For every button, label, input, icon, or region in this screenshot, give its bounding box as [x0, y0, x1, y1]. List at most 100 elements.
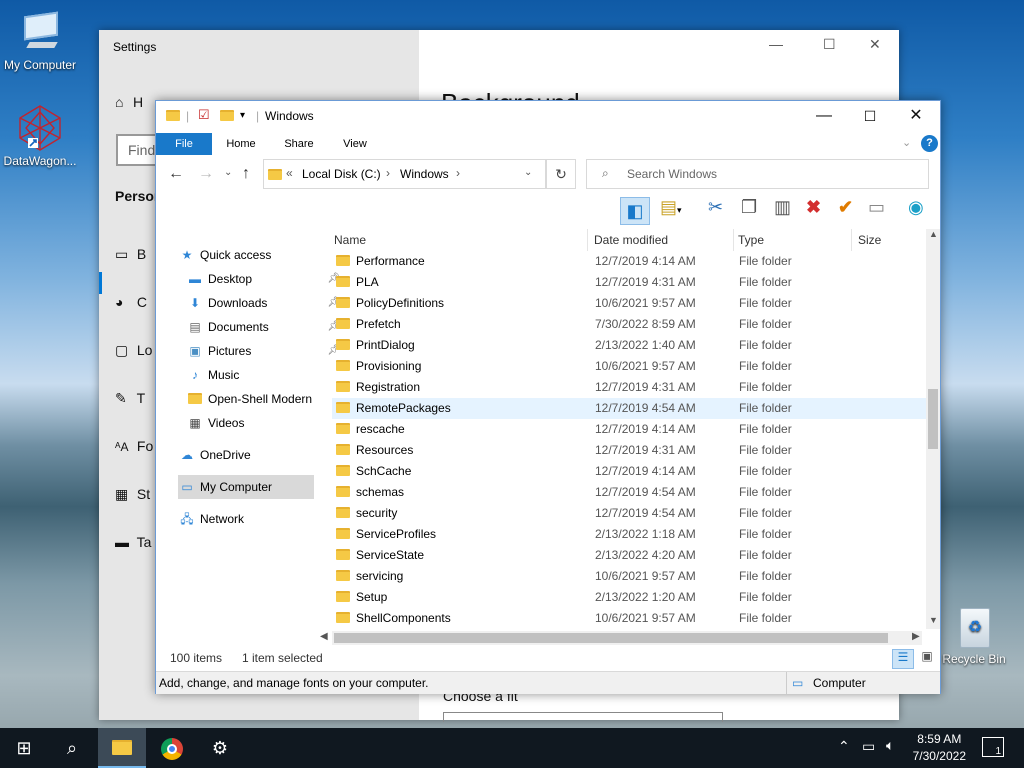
details-view-icon[interactable]: ☰: [892, 649, 914, 669]
nav-music[interactable]: ♪ Music: [186, 363, 344, 387]
table-row[interactable]: ShellComponents 10/6/2021 9:57 AM File fol…: [332, 608, 926, 629]
table-row[interactable]: security 12/7/2019 4:54 AM File folder: [332, 503, 926, 524]
settings-item-taskbar[interactable]: ▬ Ta: [115, 534, 151, 550]
views-button[interactable]: ▤▾: [660, 197, 682, 225]
rename-button[interactable]: ✔: [838, 197, 853, 225]
table-row[interactable]: servicing 10/6/2021 9:57 AM File folder: [332, 566, 926, 587]
refresh-button[interactable]: ↻: [546, 159, 576, 189]
search-input[interactable]: Search Windows: [586, 159, 929, 189]
table-row[interactable]: RemotePackages 12/7/2019 4:54 AM File fold…: [332, 398, 926, 419]
address-bar[interactable]: « Local Disk (C:) › Windows › ⌄: [263, 159, 546, 189]
table-row[interactable]: Registration 12/7/2019 4:31 AM File folder: [332, 377, 926, 398]
cut-button[interactable]: ✂: [708, 197, 723, 225]
openshell-button[interactable]: ◉: [908, 197, 924, 225]
tab-home[interactable]: Home: [216, 133, 266, 155]
scrollbar-thumb[interactable]: [334, 633, 888, 643]
preview-pane-button[interactable]: ◧: [620, 197, 650, 225]
scroll-left-icon[interactable]: ◀: [320, 631, 328, 642]
close-button[interactable]: ✕: [893, 101, 939, 131]
desktop-icon-datawagon[interactable]: DataWagon...: [0, 104, 80, 168]
volume-icon[interactable]: 🔈︎: [886, 737, 894, 754]
recent-locations-icon[interactable]: ⌄: [224, 167, 232, 178]
vertical-scrollbar[interactable]: ▲ ▼: [926, 229, 940, 629]
table-row[interactable]: rescache 12/7/2019 4:14 AM File folder: [332, 419, 926, 440]
copy-button[interactable]: ❐: [741, 197, 757, 225]
nav-pictures[interactable]: ▣ Pictures 📌︎: [186, 339, 344, 363]
breadcrumb-windows[interactable]: Windows: [400, 167, 449, 181]
minimize-button[interactable]: —: [801, 101, 847, 131]
nav-videos[interactable]: ▦ Videos: [186, 411, 344, 435]
maximize-button[interactable]: ☐: [847, 101, 893, 131]
settings-item-background[interactable]: ▭ B: [115, 246, 146, 263]
table-row[interactable]: PrintDialog 2/13/2022 1:40 AM File folder: [332, 335, 926, 356]
taskbar-file-explorer[interactable]: [98, 728, 146, 768]
chevron-right-icon[interactable]: ›: [386, 166, 390, 180]
choose-fit-dropdown[interactable]: [443, 712, 723, 722]
forward-arrow-icon[interactable]: →: [198, 165, 214, 183]
settings-item-lock-screen[interactable]: ▢ Lo: [115, 342, 152, 359]
system-clock[interactable]: 8:59 AM 7/30/2022: [913, 731, 966, 765]
paste-button[interactable]: ▥: [774, 197, 791, 225]
chevron-right-icon[interactable]: ›: [456, 166, 460, 180]
settings-item-colors[interactable]: ◕ C: [115, 294, 147, 310]
start-button[interactable]: ⊞: [0, 728, 48, 768]
table-row[interactable]: PLA 12/7/2019 4:31 AM File folder: [332, 272, 926, 293]
table-row[interactable]: schemas 12/7/2019 4:54 AM File folder: [332, 482, 926, 503]
column-header-size[interactable]: Size: [856, 229, 926, 251]
nav-my-computer[interactable]: ▭ My Computer: [178, 475, 314, 499]
new-folder-icon[interactable]: [220, 109, 240, 123]
table-row[interactable]: ServiceState 2/13/2022 4:20 AM File folder: [332, 545, 926, 566]
search-button[interactable]: ⌕: [48, 728, 96, 768]
nav-documents[interactable]: ▤ Documents 📌︎: [186, 315, 344, 339]
tab-file[interactable]: File: [156, 133, 212, 155]
address-dropdown-icon[interactable]: ⌄: [524, 167, 532, 178]
large-icons-view-icon[interactable]: ▣: [918, 649, 936, 669]
minimize-button[interactable]: —: [769, 36, 783, 52]
nav-network[interactable]: 🖧︎ Network: [178, 507, 336, 531]
address-overflow[interactable]: «: [286, 166, 293, 180]
table-row[interactable]: Performance 12/7/2019 4:14 AM File folder: [332, 251, 926, 272]
desktop-icon-my-computer[interactable]: My Computer: [0, 8, 80, 72]
show-hidden-icons-icon[interactable]: ⌃: [838, 738, 850, 755]
nav-desktop[interactable]: ▬ Desktop 📌︎: [186, 267, 344, 291]
table-row[interactable]: Resources 12/7/2019 4:31 AM File folder: [332, 440, 926, 461]
nav-downloads[interactable]: ⬇ Downloads 📌︎: [186, 291, 344, 315]
taskbar-chrome[interactable]: [148, 728, 196, 768]
horizontal-scrollbar[interactable]: ◀ ▶: [320, 631, 922, 645]
table-row[interactable]: PolicyDefinitions 10/6/2021 9:57 AM File f…: [332, 293, 926, 314]
scrollbar-thumb[interactable]: [928, 389, 938, 449]
nav-onedrive[interactable]: ☁ OneDrive: [178, 443, 336, 467]
desktop-icon-recycle-bin[interactable]: ♻ Recycle Bin: [934, 602, 1014, 666]
scroll-right-icon[interactable]: ▶: [912, 631, 920, 642]
column-header-date[interactable]: Date modified: [592, 229, 734, 251]
maximize-button[interactable]: ☐: [823, 36, 836, 53]
settings-item-themes[interactable]: ✎ T: [115, 390, 145, 407]
delete-button[interactable]: ✖: [806, 197, 821, 225]
taskbar-settings[interactable]: ⚙: [196, 728, 244, 768]
nav-open-shell-modern[interactable]: Open-Shell Modern: [186, 387, 344, 411]
up-arrow-icon[interactable]: ↑: [242, 165, 250, 183]
scroll-up-icon[interactable]: ▲: [929, 229, 938, 239]
close-button[interactable]: ✕: [869, 36, 881, 53]
tab-view[interactable]: View: [330, 133, 380, 155]
nav-quick-access[interactable]: ★ Quick access: [178, 243, 336, 267]
settings-item-fonts[interactable]: ᴬA Fo: [115, 438, 153, 454]
action-center-button[interactable]: 1: [982, 737, 1004, 757]
settings-item-start[interactable]: ▦ St: [115, 486, 150, 503]
properties-button[interactable]: ▭: [868, 197, 885, 225]
settings-home[interactable]: ⌂ H: [115, 94, 143, 110]
network-status-icon[interactable]: ▭: [862, 738, 875, 755]
table-row[interactable]: Setup 2/13/2022 1:20 AM File folder: [332, 587, 926, 608]
customize-toolbar-icon[interactable]: ▾: [240, 110, 245, 121]
scroll-down-icon[interactable]: ▼: [929, 615, 938, 625]
help-icon[interactable]: ?: [921, 135, 938, 152]
properties-icon[interactable]: ☑: [198, 107, 210, 123]
back-arrow-icon[interactable]: ←: [168, 165, 184, 183]
chevron-down-icon[interactable]: ⌄: [902, 136, 911, 149]
table-row[interactable]: ServiceProfiles 2/13/2022 1:18 AM File fol…: [332, 524, 926, 545]
table-row[interactable]: Prefetch 7/30/2022 8:59 AM File folder: [332, 314, 926, 335]
table-row[interactable]: Provisioning 10/6/2021 9:57 AM File folder: [332, 356, 926, 377]
column-header-type[interactable]: Type: [736, 229, 852, 251]
tab-share[interactable]: Share: [274, 133, 324, 155]
breadcrumb-local-disk[interactable]: Local Disk (C:): [302, 167, 381, 181]
